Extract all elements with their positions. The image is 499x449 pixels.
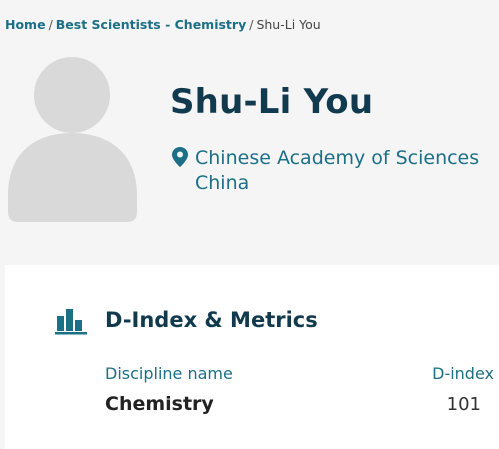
map-pin-icon	[172, 147, 188, 167]
user-silhouette-icon	[8, 57, 137, 222]
metrics-title: D-Index & Metrics	[105, 308, 318, 332]
country-link[interactable]: China	[195, 171, 479, 196]
breadcrumb-category-link[interactable]: Best Scientists - Chemistry	[56, 17, 246, 32]
breadcrumb: Home / Best Scientists - Chemistry / Shu-Li …	[5, 17, 321, 32]
breadcrumb-current: Shu-Li You	[256, 17, 321, 32]
dindex-value: 101	[446, 394, 481, 415]
profile-page: Home / Best Scientists - Chemistry / Shu-Li …	[0, 0, 499, 449]
discipline-column-header: Discipline name	[105, 364, 233, 383]
scientist-name: Shu-Li You	[170, 82, 374, 122]
discipline-name: Chemistry	[105, 393, 214, 415]
metrics-card: D-Index & Metrics Discipline name D-inde…	[5, 265, 499, 449]
institution-link[interactable]: Chinese Academy of Sciences	[195, 146, 479, 171]
breadcrumb-separator: /	[48, 17, 53, 32]
breadcrumb-home-link[interactable]: Home	[5, 17, 46, 32]
dindex-column-header: D-index	[432, 364, 494, 383]
bar-chart-icon	[55, 309, 87, 335]
affiliation: Chinese Academy of Sciences China	[195, 146, 479, 196]
breadcrumb-separator: /	[249, 17, 254, 32]
